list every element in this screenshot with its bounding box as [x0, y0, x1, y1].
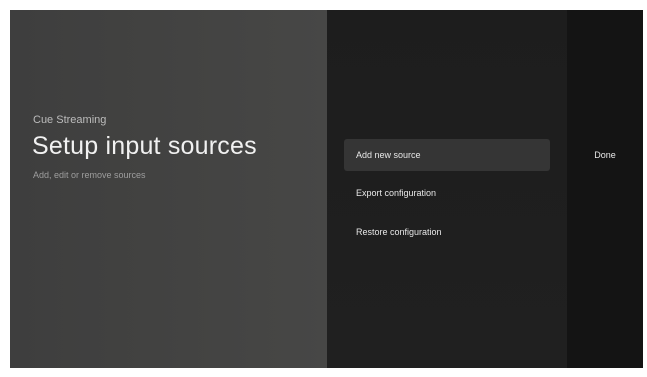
done-button[interactable]: Done [567, 139, 643, 171]
restore-configuration-item[interactable]: Restore configuration [344, 216, 550, 248]
options-panel: Add new source Export configuration Rest… [327, 10, 567, 368]
page-title: Setup input sources [32, 132, 257, 160]
page-description: Add, edit or remove sources [33, 170, 146, 180]
app-name: Cue Streaming [33, 114, 107, 126]
actions-panel: Done [567, 10, 643, 368]
export-configuration-item[interactable]: Export configuration [344, 177, 550, 209]
guidance-panel: Cue Streaming Setup input sources Add, e… [10, 10, 327, 368]
add-new-source-item[interactable]: Add new source [344, 139, 550, 171]
tv-settings-screen: Cue Streaming Setup input sources Add, e… [10, 10, 643, 368]
